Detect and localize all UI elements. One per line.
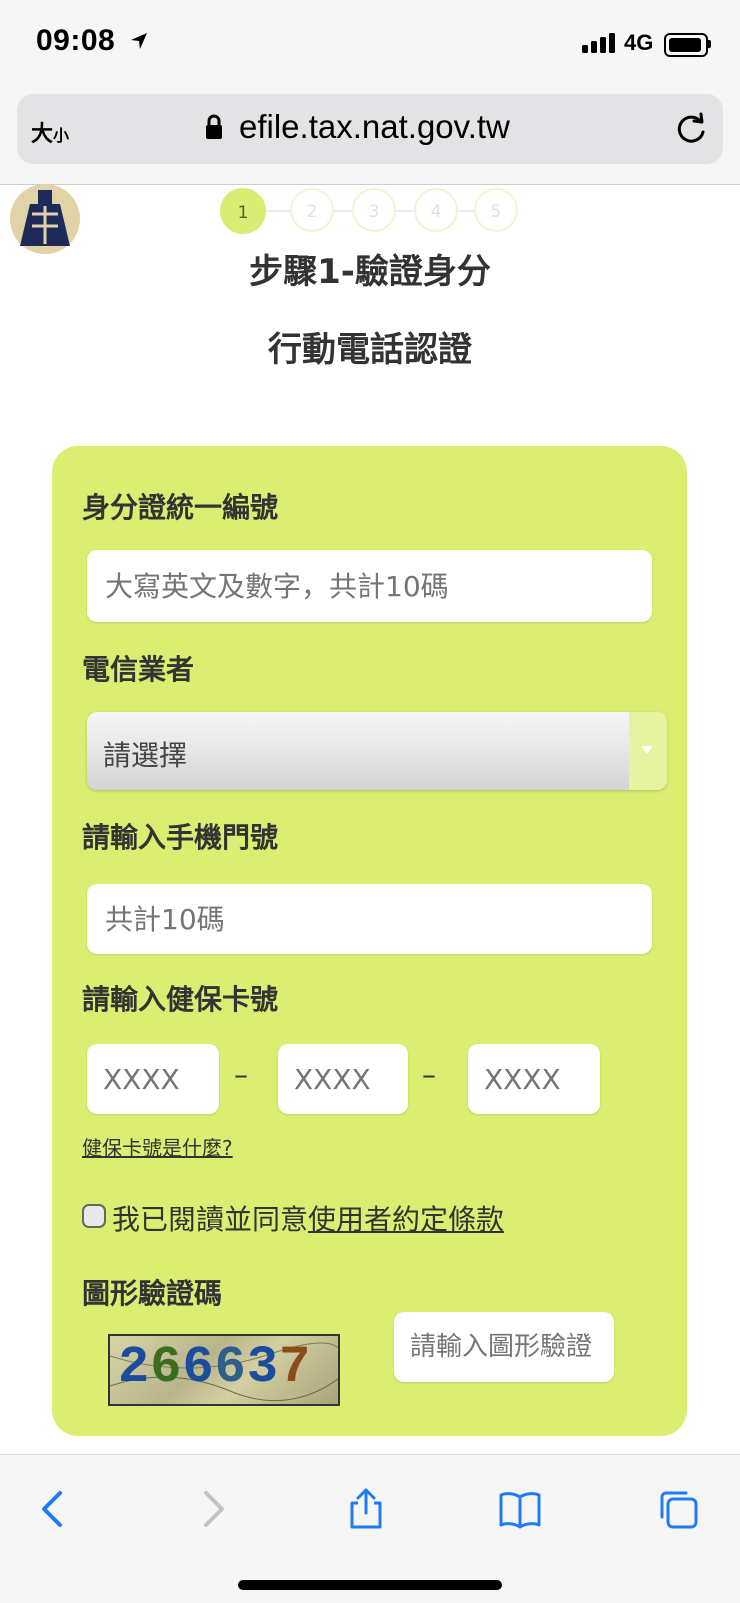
- text-size-big: 大: [31, 122, 54, 147]
- tabs-icon[interactable]: [656, 1487, 700, 1531]
- location-arrow-icon: [131, 33, 147, 49]
- step-2: 2: [290, 188, 334, 232]
- back-icon[interactable]: [32, 1487, 76, 1531]
- carrier-label: 電信業者: [82, 653, 195, 686]
- nhi-help-link[interactable]: 健保卡號是什麼?: [82, 1132, 233, 1161]
- captcha-code: 266637: [118, 1338, 311, 1397]
- phone-label: 請輸入手機門號: [82, 821, 279, 854]
- carrier-selected-value: 請選擇: [103, 739, 188, 772]
- agree-checkbox[interactable]: [82, 1204, 106, 1228]
- network-type: 4G: [624, 30, 654, 55]
- browser-toolbar: 大小 efile.tax.nat.gov.tw: [0, 88, 740, 185]
- id-label: 身分證統一編號: [82, 491, 279, 524]
- bookmarks-icon[interactable]: [498, 1487, 542, 1531]
- step-indicator: 1 2 3 4 5: [220, 188, 520, 234]
- captcha-digit: 3: [246, 1338, 280, 1397]
- step-5: 5: [474, 188, 518, 232]
- captcha-digit: 7: [279, 1338, 312, 1397]
- address-bar[interactable]: 大小 efile.tax.nat.gov.tw: [17, 94, 723, 164]
- nhi-input-2[interactable]: [278, 1044, 408, 1114]
- lock-icon: [206, 114, 222, 139]
- nhi-dash-1: –: [234, 1058, 248, 1091]
- captcha-digit: 2: [118, 1338, 151, 1397]
- nhi-input-1[interactable]: [87, 1044, 219, 1114]
- reload-icon[interactable]: [675, 112, 709, 146]
- nhi-dash-2: –: [422, 1058, 436, 1091]
- terms-link[interactable]: 使用者約定條款: [308, 1203, 504, 1236]
- step-title: 步驟1-驗證身分: [249, 252, 491, 292]
- agree-label: 我已閱讀並同意使用者約定條款: [112, 1198, 504, 1238]
- status-time: 09:08: [36, 24, 116, 57]
- step-3: 3: [352, 188, 396, 232]
- url-text[interactable]: efile.tax.nat.gov.tw: [239, 108, 510, 146]
- text-size-button[interactable]: 大小: [31, 116, 69, 148]
- id-number-input[interactable]: [87, 550, 652, 622]
- status-bar: 09:08 4G: [0, 0, 740, 88]
- captcha-label: 圖形驗證碼: [82, 1277, 223, 1310]
- nhi-label: 請輸入健保卡號: [82, 983, 279, 1016]
- battery-tip: [708, 40, 711, 48]
- page-subtitle: 行動電話認證: [268, 330, 472, 370]
- captcha-digit: 6: [182, 1338, 215, 1397]
- battery-icon: [664, 33, 708, 57]
- text-size-small: 小: [53, 126, 70, 145]
- captcha-digit: 6: [214, 1338, 247, 1397]
- carrier-select[interactable]: 請選擇: [87, 712, 667, 790]
- step-1: 1: [220, 188, 266, 234]
- captcha-image: 266637: [108, 1334, 340, 1406]
- nhi-input-3[interactable]: [468, 1044, 600, 1114]
- dropdown-arrow-icon[interactable]: [629, 712, 667, 790]
- step-4: 4: [414, 188, 458, 232]
- home-indicator: [238, 1580, 502, 1590]
- forward-icon[interactable]: [190, 1487, 234, 1531]
- form-card: 身分證統一編號 電信業者 請選擇 請輸入手機門號 請輸入健保卡號 – – 健保卡…: [52, 446, 687, 1436]
- share-icon[interactable]: [344, 1487, 388, 1531]
- captcha-input[interactable]: [394, 1312, 614, 1382]
- captcha-digit: 6: [150, 1338, 183, 1397]
- agree-text: 我已閱讀並同意: [112, 1203, 309, 1236]
- phone-input[interactable]: [87, 884, 652, 954]
